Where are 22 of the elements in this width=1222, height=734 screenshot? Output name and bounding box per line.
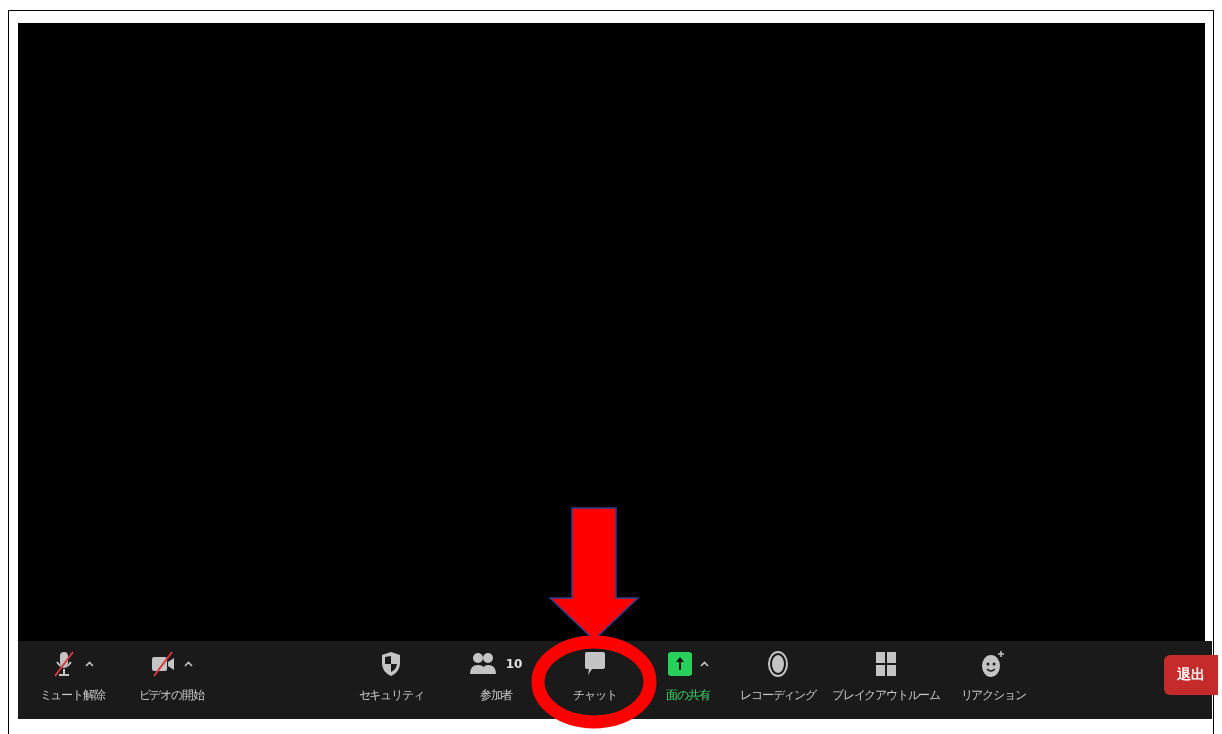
video-off-icon[interactable] — [149, 650, 176, 678]
toolbar-label[interactable]: ミュート解除 — [39, 687, 105, 704]
shield-icon[interactable] — [381, 651, 401, 677]
people-icon[interactable] — [469, 652, 496, 676]
toolbar-label[interactable]: リアクション — [960, 687, 1026, 704]
toolbar-label[interactable]: セキュリティ — [358, 687, 424, 704]
caret-icon[interactable] — [699, 661, 709, 667]
caret-icon[interactable] — [183, 661, 193, 667]
toolbar-label[interactable]: レコーディング — [740, 687, 816, 704]
chat-bubble-icon[interactable] — [584, 651, 606, 677]
leave-button[interactable]: 退出 — [1164, 655, 1218, 695]
toolbar-label[interactable]: チャット — [573, 687, 617, 704]
share-screen-icon[interactable] — [667, 652, 692, 676]
four-squares-icon[interactable] — [875, 651, 897, 677]
toolbar-label[interactable]: 面の共有 — [666, 687, 710, 704]
record-icon[interactable] — [767, 650, 789, 678]
toolbar-label[interactable]: ブレイクアウトルーム — [832, 687, 940, 704]
toolbar-label[interactable]: ビデオの開始 — [138, 687, 204, 704]
smiley-plus-icon[interactable] — [981, 650, 1005, 678]
toolbar-label[interactable]: 参加者 — [479, 687, 513, 704]
participant-count: 10 — [505, 657, 523, 671]
caret-icon[interactable] — [84, 661, 94, 667]
